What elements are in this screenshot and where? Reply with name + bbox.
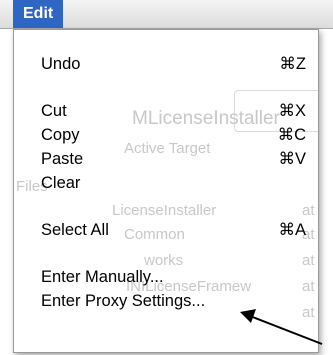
menu-item-label: Clear [41, 174, 81, 192]
menu-item-enter-manually[interactable]: Enter Manually... [14, 265, 318, 289]
menu-item-select-all[interactable]: Select All ⌘A [14, 218, 318, 242]
menu-item-copy[interactable]: Copy ⌘C [14, 123, 318, 147]
menu-item-label: Enter Manually... [41, 268, 164, 286]
menu-item-label: Copy [41, 126, 80, 144]
menu-item-label: Select All [41, 221, 109, 239]
menu-item-paste[interactable]: Paste ⌘V [14, 147, 318, 171]
menu-item-shortcut: ⌘X [278, 102, 306, 120]
menu-separator [14, 87, 318, 88]
menu-item-cut[interactable]: Cut ⌘X [14, 99, 318, 123]
menu-items: Undo ⌘Z Cut ⌘X Copy ⌘C Paste ⌘V Clear Se… [14, 52, 318, 313]
menu-item-shortcut: ⌘V [278, 150, 306, 168]
menu-item-shortcut: ⌘Z [279, 55, 306, 73]
menu-item-undo[interactable]: Undo ⌘Z [14, 52, 318, 76]
menu-bar: Edit [0, 0, 333, 29]
menu-item-label: Cut [41, 102, 67, 120]
menu-item-label: Paste [41, 150, 84, 168]
edit-dropdown-menu: MLicenseInstaller Active Target Files Li… [13, 29, 319, 353]
menu-separator [14, 206, 318, 207]
menu-item-clear[interactable]: Clear [14, 171, 318, 195]
menu-item-label: Enter Proxy Settings... [41, 292, 206, 310]
menu-edit[interactable]: Edit [13, 0, 64, 28]
menu-item-shortcut: ⌘C [277, 126, 306, 144]
menu-item-enter-proxy-settings[interactable]: Enter Proxy Settings... [14, 289, 318, 313]
menu-item-shortcut: ⌘A [278, 221, 306, 239]
menu-item-label: Undo [41, 55, 81, 73]
menu-separator [14, 253, 318, 254]
